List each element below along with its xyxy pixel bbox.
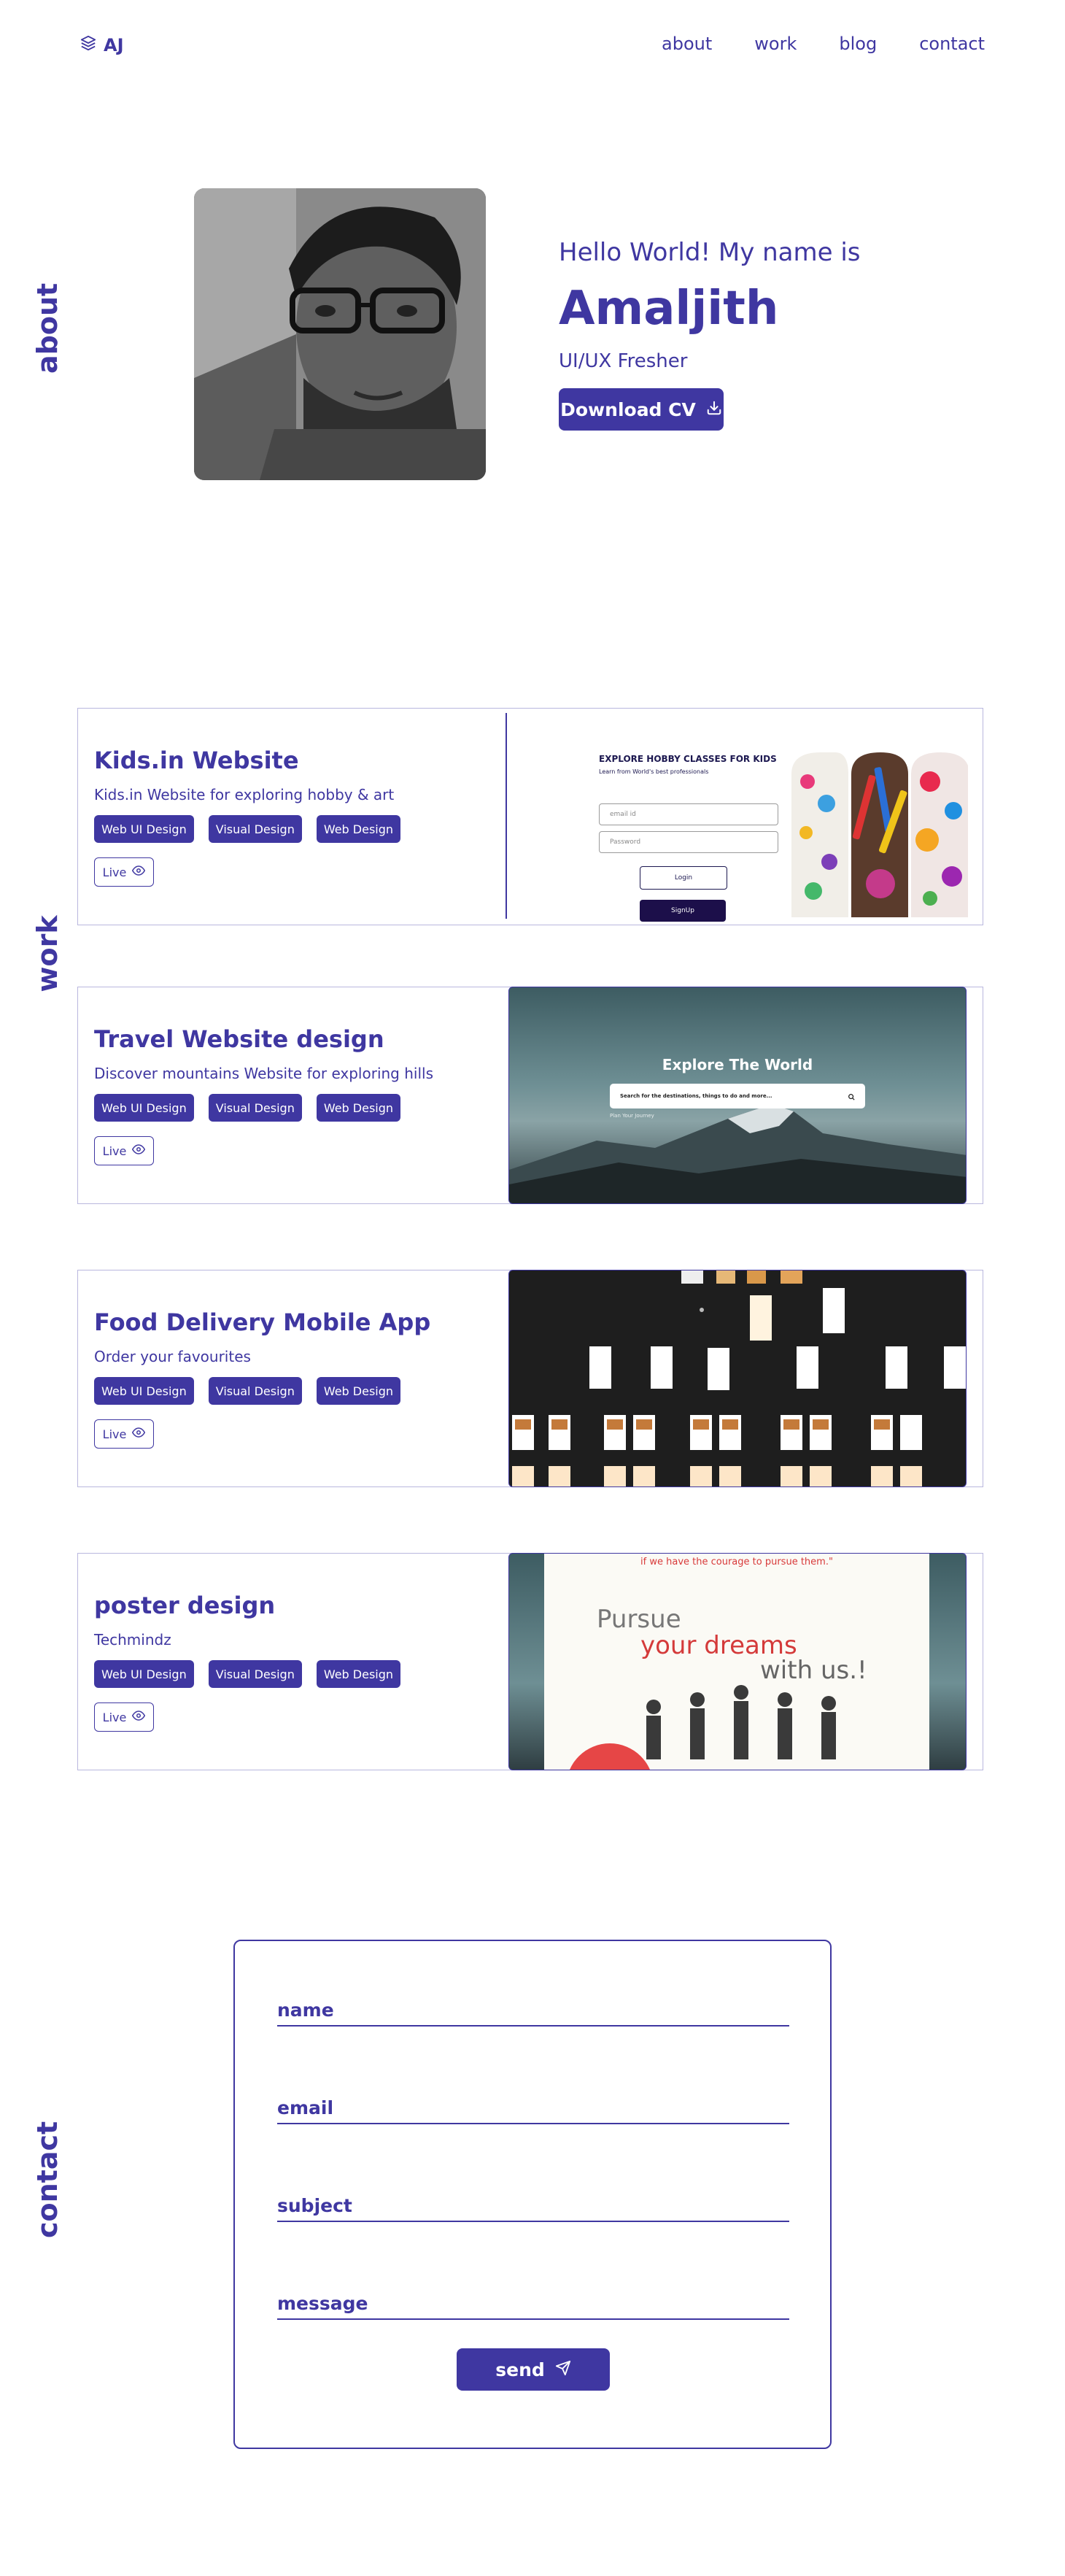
- nav-blog[interactable]: blog: [839, 34, 877, 54]
- profile-photo: [194, 188, 486, 480]
- main-nav: about work blog contact: [662, 34, 985, 54]
- live-label: Live: [102, 865, 127, 879]
- project-subtitle: Techmindz: [94, 1631, 171, 1648]
- project-title: Travel Website design: [94, 1025, 384, 1053]
- tag: Visual Design: [208, 1094, 302, 1122]
- project-title: poster design: [94, 1592, 276, 1619]
- poster-quote: if we have the courage to pursue them.": [640, 1557, 833, 1567]
- project-tags: Web UI Design Visual Design Web Design: [94, 1377, 401, 1405]
- preview-password-field: Password: [599, 831, 778, 853]
- send-icon: [555, 2359, 571, 2380]
- live-label: Live: [102, 1710, 127, 1724]
- project-subtitle: Order your favourites: [94, 1348, 251, 1365]
- live-link[interactable]: Live: [94, 1702, 154, 1732]
- greeting: Hello World! My name is: [559, 238, 861, 267]
- tag: Web Design: [316, 1377, 401, 1405]
- live-link[interactable]: Live: [94, 1419, 154, 1449]
- poster-sheet: if we have the courage to pursue them." …: [544, 1554, 929, 1770]
- tag: Visual Design: [208, 1660, 302, 1688]
- live-label: Live: [102, 1144, 127, 1158]
- art-collage: [791, 752, 968, 917]
- eye-icon: [132, 1426, 146, 1442]
- live-label: Live: [102, 1427, 127, 1441]
- tag: Web UI Design: [94, 1377, 194, 1405]
- hero-role: UI/UX Fresher: [559, 350, 688, 372]
- nav-contact[interactable]: contact: [919, 34, 985, 54]
- send-button[interactable]: send: [457, 2348, 610, 2391]
- preview-search-placeholder: Search for the destinations, things to d…: [620, 1093, 772, 1099]
- preview-heading: Explore The World: [662, 1056, 813, 1073]
- tag: Web Design: [316, 815, 401, 843]
- project-title: Food Delivery Mobile App: [94, 1308, 431, 1336]
- tag: Web UI Design: [94, 1094, 194, 1122]
- project-card: Travel Website design Discover mountains…: [77, 987, 983, 1204]
- travel-preview: Explore The World Search for the destina…: [508, 987, 967, 1204]
- nav-work[interactable]: work: [754, 34, 797, 54]
- email-field[interactable]: email: [277, 2097, 789, 2124]
- tag: Web UI Design: [94, 815, 194, 843]
- send-label: send: [495, 2359, 545, 2380]
- kids-preview: EXPLORE HOBBY CLASSES FOR KIDS Learn fro…: [510, 709, 968, 924]
- message-field-label: message: [277, 2293, 368, 2314]
- eye-icon: [132, 1709, 146, 1725]
- name-field[interactable]: name: [277, 2000, 789, 2027]
- project-tags: Web UI Design Visual Design Web Design: [94, 1094, 401, 1122]
- eye-icon: [132, 1143, 146, 1159]
- message-field[interactable]: message: [277, 2293, 789, 2320]
- layers-icon: [80, 35, 96, 55]
- preview-email-field: email id: [599, 803, 778, 825]
- project-card: poster design Techmindz Web UI Design Vi…: [77, 1553, 983, 1770]
- live-link[interactable]: Live: [94, 857, 154, 887]
- download-icon: [706, 399, 722, 420]
- preview-signup: SignUp: [640, 900, 726, 922]
- project-title: Kids.in Website: [94, 747, 299, 774]
- poster-line1: Pursue: [597, 1605, 681, 1634]
- divider: [506, 713, 507, 919]
- section-label-about: about: [31, 282, 63, 374]
- project-card: Food Delivery Mobile App Order your favo…: [77, 1270, 983, 1487]
- section-label-work: work: [31, 915, 63, 992]
- logo-text: AJ: [104, 35, 124, 55]
- poster-preview: if we have the courage to pursue them." …: [508, 1553, 967, 1770]
- live-link[interactable]: Live: [94, 1136, 154, 1165]
- hero-name: Amaljith: [559, 282, 779, 336]
- tag: Web Design: [316, 1660, 401, 1688]
- eye-icon: [132, 864, 146, 880]
- project-subtitle: Discover mountains Website for exploring…: [94, 1065, 433, 1082]
- logo[interactable]: AJ: [80, 35, 124, 55]
- tag: Visual Design: [208, 815, 302, 843]
- preview-login: Login: [640, 866, 727, 890]
- download-cv-label: Download CV: [560, 398, 696, 420]
- tag: Visual Design: [208, 1377, 302, 1405]
- project-tags: Web UI Design Visual Design Web Design: [94, 1660, 401, 1688]
- project-tags: Web UI Design Visual Design Web Design: [94, 815, 401, 843]
- preview-heading: EXPLORE HOBBY CLASSES FOR KIDS: [599, 754, 777, 764]
- preview-caption: Plan Your Journey: [610, 1113, 654, 1119]
- preview-search: Search for the destinations, things to d…: [610, 1084, 865, 1108]
- project-card: Kids.in Website Kids.in Website for expl…: [77, 708, 983, 925]
- section-label-contact: contact: [31, 2121, 63, 2238]
- tag: Web UI Design: [94, 1660, 194, 1688]
- project-subtitle: Kids.in Website for exploring hobby & ar…: [94, 786, 395, 803]
- preview-subheading: Learn from World's best professionals: [599, 768, 709, 775]
- tag: Web Design: [316, 1094, 401, 1122]
- food-app-preview: [508, 1270, 967, 1487]
- download-cv-button[interactable]: Download CV: [559, 388, 724, 431]
- subject-field[interactable]: subject: [277, 2195, 789, 2222]
- subject-field-label: subject: [277, 2195, 352, 2216]
- search-icon: [848, 1090, 855, 1103]
- email-field-label: email: [277, 2097, 334, 2118]
- name-field-label: name: [277, 2000, 334, 2021]
- nav-about[interactable]: about: [662, 34, 712, 54]
- contact-form: name email subject message send: [233, 1940, 832, 2449]
